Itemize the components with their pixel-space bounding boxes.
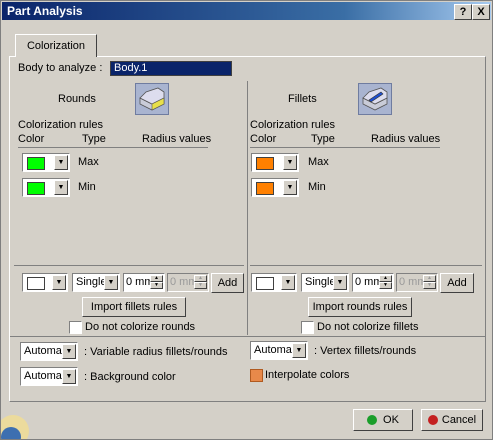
fillets-type-value: Single xyxy=(305,276,336,288)
help-button[interactable]: ? xyxy=(454,4,472,20)
rounds-icon xyxy=(135,83,169,115)
fillets-new-swatch xyxy=(256,277,274,290)
cancel-label: Cancel xyxy=(441,414,477,426)
vertex-label: : Vertex fillets/rounds xyxy=(314,345,417,357)
rounds-add-button[interactable]: Add xyxy=(211,273,244,293)
do-not-colorize-fillets-checkbox[interactable] xyxy=(301,321,314,334)
rounds-min-color-combo[interactable]: ▼ xyxy=(22,178,70,197)
spin-down-icon[interactable]: ▼ xyxy=(150,282,163,289)
spin-up-icon[interactable]: ▲ xyxy=(379,275,392,282)
fillets-radius1-value: 0 mm xyxy=(355,276,379,288)
body-to-analyze-field[interactable]: Body.1 xyxy=(110,61,232,76)
ok-button[interactable]: OK xyxy=(353,409,413,431)
rounds-max-color-combo[interactable]: ▼ xyxy=(22,153,70,172)
vertex-value: Automatic xyxy=(254,344,292,356)
chevron-down-icon[interactable]: ▼ xyxy=(62,369,76,384)
chevron-down-icon[interactable]: ▼ xyxy=(52,275,66,290)
fillets-rules-label: Colorization rules xyxy=(250,119,335,131)
rounds-radius1-spinner[interactable]: 0 mm ▲ ▼ xyxy=(123,273,165,292)
cancel-icon xyxy=(427,415,438,426)
chevron-down-icon[interactable]: ▼ xyxy=(104,275,118,290)
do-not-colorize-fillets-label: Do not colorize fillets xyxy=(317,321,419,333)
spin-down-icon: ▼ xyxy=(194,282,207,289)
chevron-down-icon[interactable]: ▼ xyxy=(54,180,68,195)
close-button[interactable]: X xyxy=(472,4,490,20)
fillets-type-combo[interactable]: Single ▼ xyxy=(301,273,349,292)
title-bar[interactable]: Part Analysis ? X xyxy=(2,2,491,20)
fillets-radius2-spinner: 0 mm ▲ ▼ xyxy=(396,273,438,292)
rounds-header-color: Color xyxy=(18,133,45,145)
rounds-type-value: Single xyxy=(76,276,107,288)
spin-up-icon: ▲ xyxy=(194,275,207,282)
variable-radius-label: : Variable radius fillets/rounds xyxy=(84,346,228,358)
rounds-header-radius: Radius values xyxy=(142,133,212,145)
column-divider xyxy=(247,81,248,335)
spin-up-icon: ▲ xyxy=(423,275,436,282)
import-fillets-rules-button[interactable]: Import fillets rules xyxy=(82,297,186,317)
background-color-combo[interactable]: Automatic ▼ xyxy=(20,367,78,386)
cancel-button[interactable]: Cancel xyxy=(421,409,483,431)
fillets-header-type: Type xyxy=(311,133,335,145)
rounds-max-swatch xyxy=(27,157,45,170)
chevron-down-icon[interactable]: ▼ xyxy=(54,155,68,170)
do-not-colorize-rounds-label: Do not colorize rounds xyxy=(85,321,196,333)
background-color-value: Automatic xyxy=(24,370,62,382)
rounds-min-swatch xyxy=(27,182,45,195)
rounds-min-label: Min xyxy=(78,181,96,193)
vertex-combo[interactable]: Automatic ▼ xyxy=(250,341,308,360)
colorization-panel: Body to analyze : Body.1 Rounds Coloriza… xyxy=(9,56,486,402)
rounds-max-label: Max xyxy=(78,156,99,168)
variable-radius-combo[interactable]: Automatic ▼ xyxy=(20,342,78,361)
spin-down-icon: ▼ xyxy=(423,282,436,289)
body-to-analyze-label: Body to analyze : xyxy=(18,62,103,74)
interpolate-colors-label: Interpolate colors xyxy=(265,369,350,381)
variable-radius-value: Automatic xyxy=(24,345,62,357)
rounds-header-type: Type xyxy=(82,133,106,145)
chevron-down-icon[interactable]: ▼ xyxy=(62,344,76,359)
fillets-max-swatch xyxy=(256,157,274,170)
rounds-new-swatch xyxy=(27,277,45,290)
do-not-colorize-rounds-checkbox[interactable] xyxy=(69,321,82,334)
rounds-radius1-value: 0 mm xyxy=(126,276,150,288)
fillets-header-color: Color xyxy=(250,133,277,145)
import-rounds-rules-button[interactable]: Import rounds rules xyxy=(308,297,412,317)
fillets-header-radius: Radius values xyxy=(371,133,441,145)
fillets-max-color-combo[interactable]: ▼ xyxy=(251,153,299,172)
ok-icon xyxy=(367,415,378,426)
background-color-label: : Background color xyxy=(84,371,176,383)
interpolate-colors-checkbox[interactable] xyxy=(250,369,263,382)
fillets-new-color-combo[interactable]: ▼ xyxy=(251,273,297,292)
rounds-rules-label: Colorization rules xyxy=(18,119,103,131)
fillets-add-button[interactable]: Add xyxy=(440,273,474,293)
fillets-min-color-combo[interactable]: ▼ xyxy=(251,178,299,197)
catia-logo-icon xyxy=(0,401,31,442)
rounds-type-combo[interactable]: Single ▼ xyxy=(72,273,120,292)
chevron-down-icon[interactable]: ▼ xyxy=(333,275,347,290)
fillets-icon xyxy=(358,83,392,115)
tab-colorization[interactable]: Colorization xyxy=(15,34,97,57)
rounds-new-color-combo[interactable]: ▼ xyxy=(22,273,68,292)
spin-down-icon[interactable]: ▼ xyxy=(379,282,392,289)
spin-up-icon[interactable]: ▲ xyxy=(150,275,163,282)
chevron-down-icon[interactable]: ▼ xyxy=(283,155,297,170)
rounds-radius2-spinner: 0 mm ▲ ▼ xyxy=(167,273,209,292)
window-title: Part Analysis xyxy=(7,4,83,18)
fillets-max-label: Max xyxy=(308,156,329,168)
rounds-title: Rounds xyxy=(58,93,96,105)
fillets-min-swatch xyxy=(256,182,274,195)
chevron-down-icon[interactable]: ▼ xyxy=(281,275,295,290)
ok-label: OK xyxy=(383,414,399,426)
chevron-down-icon[interactable]: ▼ xyxy=(283,180,297,195)
part-analysis-dialog: Part Analysis ? X Colorization Body to a… xyxy=(0,0,493,442)
fillets-radius2-value: 0 mm xyxy=(399,276,423,288)
chevron-down-icon[interactable]: ▼ xyxy=(292,343,306,358)
rounds-radius2-value: 0 mm xyxy=(170,276,194,288)
fillets-title: Fillets xyxy=(288,93,317,105)
fillets-radius1-spinner[interactable]: 0 mm ▲ ▼ xyxy=(352,273,394,292)
fillets-min-label: Min xyxy=(308,181,326,193)
